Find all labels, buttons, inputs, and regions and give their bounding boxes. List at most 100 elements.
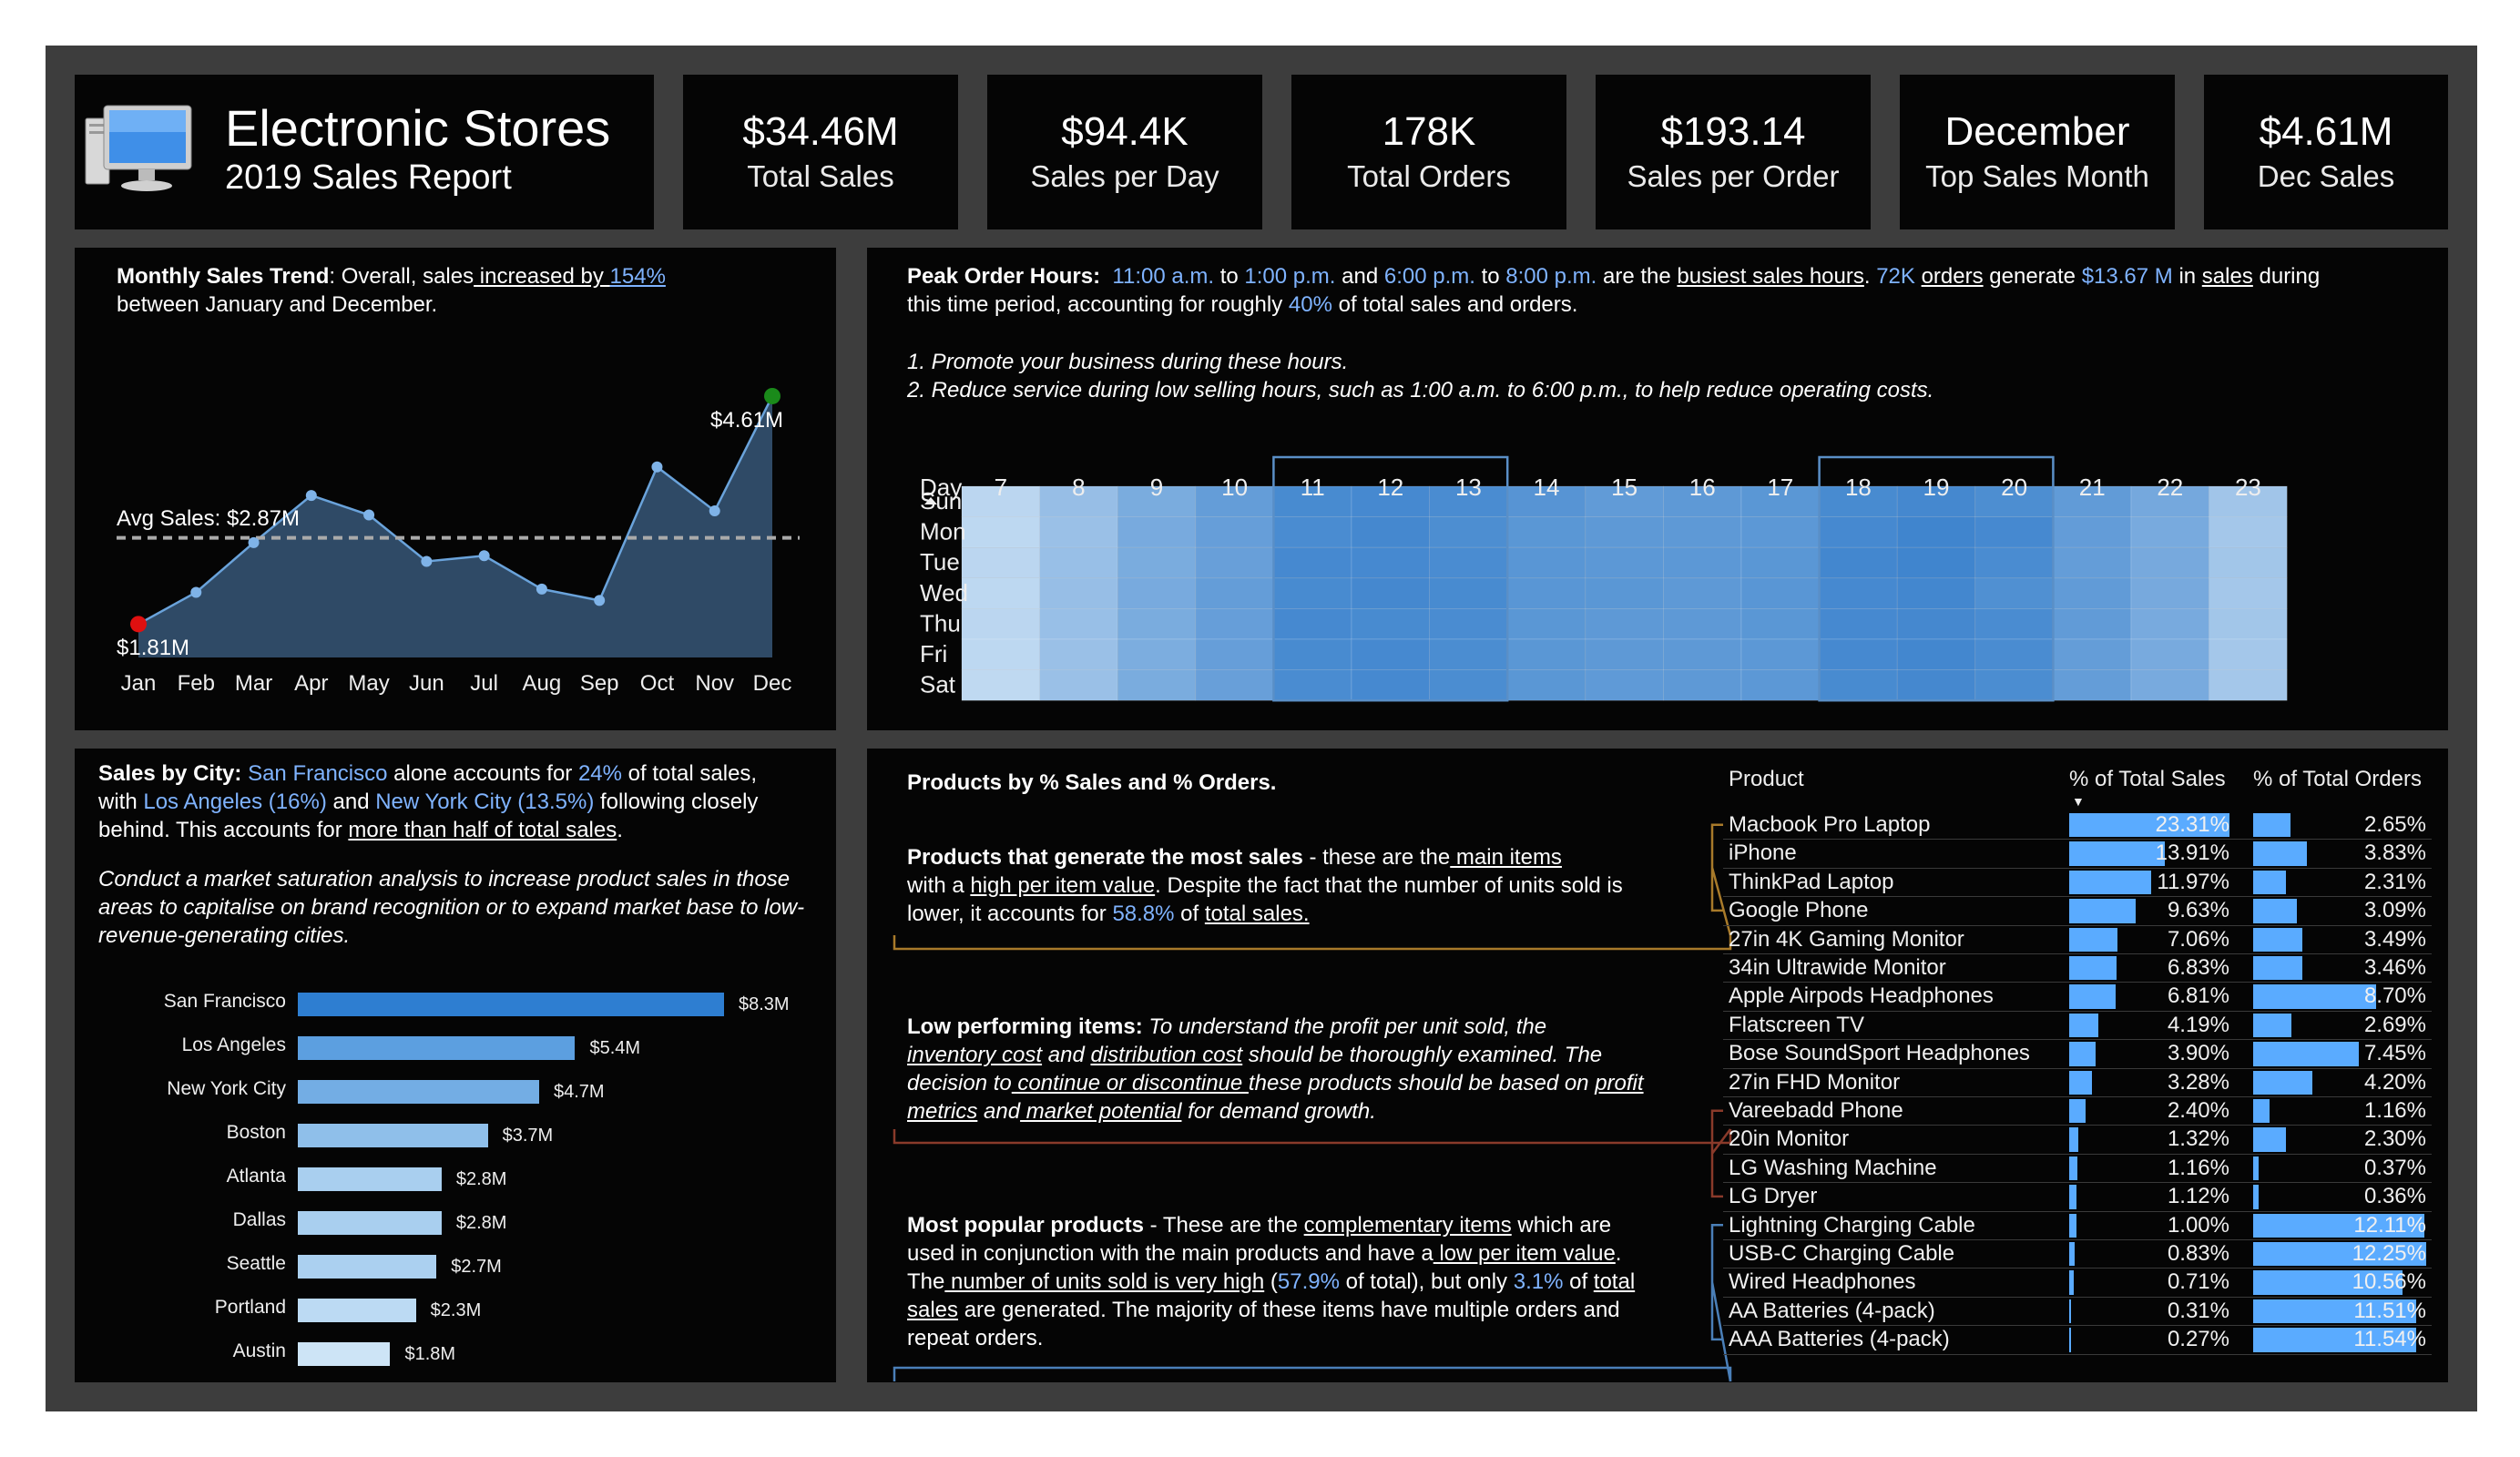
heatmap-cell [2130,669,2209,701]
product-name: USB-C Charging Cable [1729,1241,1955,1266]
heatmap-cell [1740,669,1820,701]
heatmap-cell [1974,669,2054,701]
product-name: Macbook Pro Laptop [1729,812,1931,837]
heatmap-cell [2209,638,2288,670]
month-tick-label: Jul [470,671,498,696]
sales-share-value: 9.63% [2167,898,2229,923]
orders-share-value: 12.11% [2353,1212,2426,1238]
orders-share-value: 0.36% [2363,1184,2426,1209]
hour-column-label: 14 [1534,474,1560,501]
trend-point [764,387,780,404]
heatmap-cell [1506,669,1586,701]
hour-column-label: 22 [2157,474,2183,501]
orders-share-value: 3.09% [2363,898,2426,923]
day-row-label: Sun [920,487,962,515]
city-bar [298,1255,437,1279]
city-name-label: Portland [214,1297,286,1318]
sales-share-value: 0.83% [2167,1241,2229,1266]
heatmap-cell [2130,638,2209,670]
city-bar [298,993,724,1016]
heatmap-cell [1896,608,1976,640]
trend-point [190,586,202,598]
trend-point [478,550,490,562]
city-bar [298,1124,488,1147]
sales-share-value: 6.81% [2167,983,2229,1009]
hour-column-label: 12 [1377,474,1403,501]
product-table: Macbook Pro Laptop 23.31% 2.65% iPhone 13.91… [867,749,2448,1382]
orders-share-value: 3.49% [2363,926,2426,952]
heatmap-cell [1117,669,1197,701]
product-name: Flatscreen TV [1729,1012,1864,1037]
heatmap-cell [1273,669,1352,701]
day-row-label: Thu [920,609,961,637]
product-name: Wired Headphones [1729,1269,1916,1295]
heatmap-cell [1039,608,1118,640]
heatmap-cell [1740,546,1820,579]
heatmap-cell [1195,669,1274,701]
sales-share-value: 6.83% [2167,955,2229,980]
sales-share-value: 1.32% [2167,1126,2229,1152]
heatmap-cell [1429,577,1508,609]
heatmap-cell [1663,546,1742,579]
orders-share-value: 4.20% [2363,1069,2426,1095]
orders-share-value: 1.16% [2363,1098,2426,1123]
heatmap-cell [2053,546,2132,579]
kpi-dec-sales: $4.61M Dec Sales [2204,75,2448,229]
trend-point [709,505,720,517]
kpi-label: Total Orders [1347,159,1511,193]
product-name: LG Washing Machine [1729,1155,1937,1180]
trend-point [130,616,147,633]
heatmap-cell [1273,608,1352,640]
product-name: 27in 4K Gaming Monitor [1729,926,1964,952]
day-row-label: Sat [920,671,956,698]
heatmap-cell [1039,577,1118,609]
dashboard-frame: Electronic Stores 2019 Sales Report $34.… [46,46,2477,1411]
heatmap-cell [1117,638,1197,670]
trend-point [536,583,547,595]
sales-share-value: 0.31% [2167,1298,2229,1323]
city-bar-row: San Francisco $8.3M [75,985,836,1022]
product-name: Bose SoundSport Headphones [1729,1041,2030,1066]
monthly-trend-panel: Monthly Sales Trend: Overall, sales incr… [75,248,836,730]
heatmap-cell [2209,669,2288,701]
heatmap-cell [961,638,1040,670]
city-bar [298,1167,442,1191]
min-sales-label: $1.81M [117,636,190,660]
heatmap-cell [1429,546,1508,579]
heatmap-cell [1039,669,1118,701]
city-bar-row: Austin $1.8M [75,1335,836,1371]
hour-column-label: 15 [1611,474,1637,501]
heatmap-cell [1585,669,1664,701]
heatmap-cell [1663,608,1742,640]
city-bar-row: Dallas $2.8M [75,1204,836,1240]
hour-column-label: 10 [1221,474,1248,501]
heatmap-cell [1974,546,2054,579]
city-recommendation: Conduct a market saturation analysis to … [98,867,805,948]
product-name: Apple Airpods Headphones [1729,983,1994,1009]
heatmap-cell [1506,638,1586,670]
heatmap-cell [1429,516,1508,548]
sales-share-value: 23.31% [2155,812,2229,837]
city-bar [298,1342,391,1366]
hour-column-label: 11 [1301,474,1325,501]
heatmap-cell [1117,577,1197,609]
orders-share-value: 3.46% [2363,955,2426,980]
month-tick-label: Sep [580,671,619,696]
heatmap-cell [2209,516,2288,548]
city-bar-row: Boston $3.7M [75,1116,836,1153]
heatmap-cell [961,516,1040,548]
heatmap-cell [1740,516,1820,548]
product-name: 34in Ultrawide Monitor [1729,955,1946,980]
heatmap-cell [1039,638,1118,670]
city-value-label: $3.7M [502,1126,554,1146]
day-row-label: Mon [920,518,966,545]
hour-column-label: 7 [995,474,1007,501]
kpi-value: $34.46M [742,109,899,154]
day-row-label: Tue [920,548,960,576]
city-bar-row: Seattle $2.7M [75,1248,836,1284]
heatmap-cell [1585,638,1664,670]
hour-column-label: 21 [2079,474,2106,501]
heatmap-cell [2209,546,2288,579]
kpi-value: $4.61M [2259,109,2393,154]
product-name: AA Batteries (4-pack) [1729,1298,1935,1323]
